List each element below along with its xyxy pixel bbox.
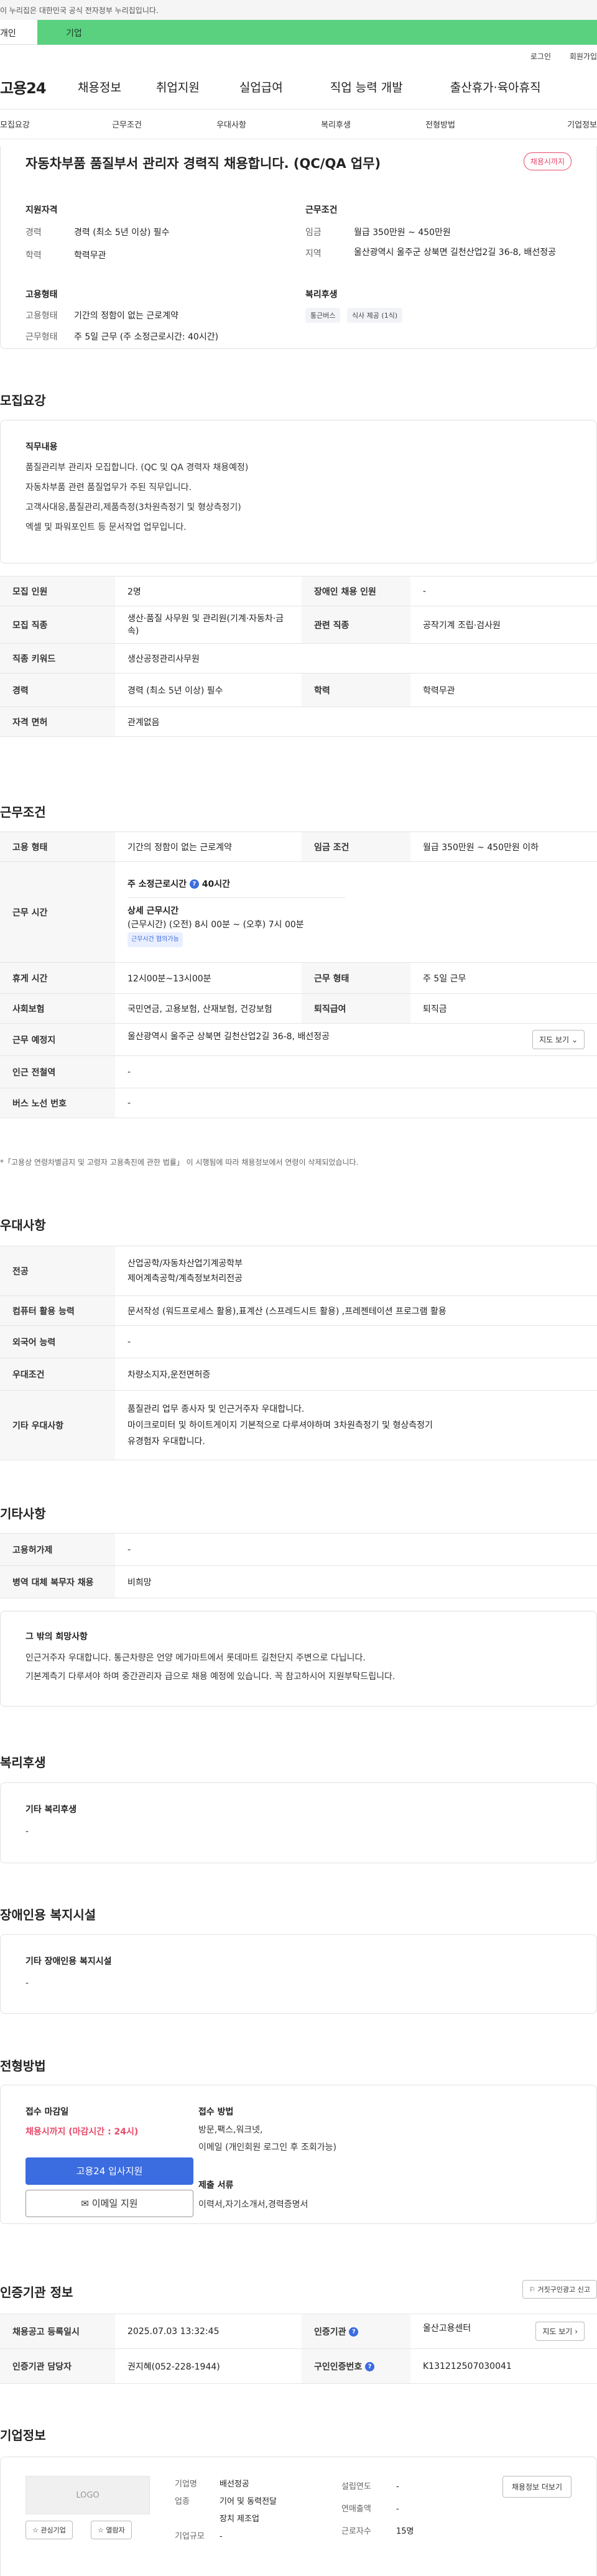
conditions-heading: 근무조건	[305, 205, 338, 215]
duty-content: 품질관리부 관리자 모집합니다. (QC 및 QA 경력자 채용예정) 자동차부품…	[25, 463, 249, 532]
share-icon: ☆	[98, 2526, 104, 2534]
apply-button[interactable]: 고용24 입사지원	[25, 2157, 193, 2185]
wage-item: 임금 월급 350만원 ~ 450만원	[305, 228, 451, 238]
welfare-chip: 식사 제공 (1식)	[346, 308, 403, 323]
cert-table: 채용공고 등록일시 2025.07.03 13:32:45 인증기관 ? 울산고용…	[0, 2314, 597, 2384]
gnb-menu-leave[interactable]: 출산휴가·육아휴직	[450, 78, 541, 95]
report-button[interactable]: ⚐ 거짓구인광고 신고	[522, 2280, 597, 2299]
star-icon: ☆	[32, 2526, 39, 2534]
job-summary-card: 자동차부품 품질부서 관리자 경력직 채용합니다. (QC/QA 업무) 채용시…	[0, 146, 597, 349]
gnb-menu-training[interactable]: 직업 능력 개발	[330, 78, 403, 95]
login-link[interactable]: 로그인	[530, 52, 551, 61]
welfare-heading: 복리후생	[305, 290, 338, 300]
welfare-box: 기타 복리후생 -	[0, 1782, 597, 1863]
subnav-recruit[interactable]: 모집요강	[0, 118, 75, 130]
recruit-heading: 모집요강	[0, 393, 46, 408]
region-item: 지역 울산광역시 울주군 상북면 길천산업2길 36-8, 배선정공	[305, 248, 556, 259]
hope-content: 인근거주자 우대합니다. 통근차량은 언양 메가마트에서 롯데마트 길천단지 주…	[25, 1653, 396, 1682]
selection-heading: 전형방법	[0, 2059, 46, 2073]
company-logo: LOGO	[25, 2476, 150, 2514]
info-icon[interactable]: ?	[189, 879, 199, 889]
mail-icon: ✉	[81, 2198, 89, 2209]
utility-links: 로그인 회원가입	[0, 45, 597, 65]
career-item: 경력 경력 (최소 5년 이상) 필수	[25, 228, 170, 238]
info-icon[interactable]: ?	[365, 2362, 375, 2371]
conditions-table: 고용 형태 기간의 정함이 없는 근로계약 임금 조건 월급 350만원 ~ 450…	[0, 832, 597, 1118]
method-heading: 접수 방법	[198, 2107, 234, 2117]
gnb-menu-benefit[interactable]: 실업급여	[239, 78, 283, 95]
map-button[interactable]: 지도 보기 ⌄	[532, 1030, 585, 1049]
cert-map-button[interactable]: 지도 보기 ›	[535, 2322, 585, 2341]
subnav-conditions[interactable]: 근무조건	[75, 118, 179, 130]
company-box: LOGO ☆ 관심기업 ☆ 열람자 기업명 배선정공 업종 기어 및 동력전달 장치…	[0, 2457, 597, 2576]
global-nav: 고용24 채용정보 취업지원 실업급여 직업 능력 개발 출산휴가·육아휴직	[0, 65, 597, 109]
more-jobs-button[interactable]: 채용정보 더보기	[502, 2476, 572, 2498]
welfare-chips: 통근버스 식사 제공 (1식)	[305, 308, 406, 323]
section-nav: 모집요강 근무조건 우대사항 복리후생 전형방법 기업정보	[0, 109, 597, 139]
disability-etc-value: -	[25, 1978, 29, 1988]
recruit-table: 모집 인원 2명 장애인 채용 인원 - 모집 직종 생산·품질 사무원 및 관리원(…	[0, 576, 597, 737]
preferences-table: 전공 산업공학/자동차산업기계공학부 제어계측공학/계측정보처리전공 컴퓨터 활용…	[0, 1246, 597, 1460]
gnb-menu-jobs[interactable]: 채용정보	[78, 78, 121, 95]
disability-etc-heading: 기타 장애인용 복지시설	[25, 1957, 112, 1967]
subnav-company[interactable]: 기업정보	[493, 118, 597, 130]
company-info-left: 기업명 배선정공 업종 기어 및 동력전달 장치 제조업 기업규모 -	[175, 2480, 277, 2541]
info-icon[interactable]: ?	[349, 2327, 359, 2337]
docs-value: 이력서,자기소개서,경력증명서	[198, 2200, 308, 2210]
welfare-chip: 통근버스	[305, 308, 341, 323]
tab-personal[interactable]: 개인	[0, 20, 37, 45]
others-heading: 기타사항	[0, 1506, 46, 1521]
deadline-badge: 채용시까지	[523, 152, 572, 170]
deadline-heading: 접수 마감일	[25, 2107, 69, 2117]
age-law-note: *「고용상 연령차별금지 및 고령자 고용촉진에 관한 법률」 이 시행됨에 따…	[0, 1158, 359, 1167]
hope-box: 그 밖의 희망사항 인근거주자 우대합니다. 통근차량은 언양 메가마트에서 롯…	[0, 1611, 597, 1707]
docs-heading: 제출 서류	[198, 2180, 234, 2190]
education-item: 학력 학력무관	[25, 251, 106, 261]
tab-company[interactable]: 기업	[37, 20, 597, 45]
job-title: 자동차부품 품질부서 관리자 경력직 채용합니다. (QC/QA 업무)	[25, 156, 381, 171]
welfare-etc-value: -	[25, 1827, 29, 1837]
site-logo[interactable]: 고용24	[0, 76, 78, 98]
email-apply-button[interactable]: ✉ 이메일 지원	[25, 2190, 193, 2217]
preferences-heading: 우대사항	[0, 1218, 46, 1233]
company-info-right: 설립연도 - 연매출액 - 근로자수 15명	[341, 2482, 414, 2536]
signup-link[interactable]: 회원가입	[570, 52, 597, 61]
duty-box: 직무내용 품질관리부 관리자 모집합니다. (QC 및 QA 경력자 채용예정)…	[0, 420, 597, 563]
welfare-etc-heading: 기타 복리후생	[25, 1805, 77, 1815]
report-icon: ⚐	[529, 2286, 536, 2294]
gnb-menu-support[interactable]: 취업지원	[156, 78, 200, 95]
selection-box: 접수 마감일 채용시까지 (마감시간 : 24시) 고용24 입사지원 ✉ 이메…	[0, 2085, 597, 2224]
company-heading: 기업정보	[0, 2428, 46, 2443]
welfare-heading-main: 복리후생	[0, 1755, 46, 1770]
deadline-value: 채용시까지 (마감시간 : 24시)	[25, 2127, 139, 2137]
member-tabbar: 개인 기업	[0, 20, 597, 45]
gov-banner: 이 누리집은 대한민국 공식 전자정부 누리집입니다.	[0, 0, 597, 20]
method-value: 방문,팩스,워크넷, 이메일 (개인회원 로그인 후 조회가능)	[198, 2125, 336, 2152]
worktype-item: 근무형태 주 5일 근무 (주 소정근로시간: 40시간)	[25, 332, 219, 342]
qualification-heading: 지원자격	[25, 205, 58, 215]
hope-heading: 그 밖의 희망사항	[25, 1632, 88, 1642]
chevron-right-icon: ›	[575, 2327, 578, 2336]
share-button[interactable]: ☆ 열람자	[91, 2521, 132, 2539]
subnav-welfare[interactable]: 복리후생	[284, 118, 388, 130]
conditions-heading-main: 근무조건	[0, 805, 46, 820]
chevron-down-icon: ⌄	[571, 1035, 578, 1044]
emptype-heading: 고용형태	[25, 290, 58, 300]
flex-hours-chip: 근무시간 협의가능	[127, 932, 183, 947]
disability-heading: 장애인용 복지시설	[0, 1907, 96, 1922]
subnav-selection[interactable]: 전형방법	[388, 118, 493, 130]
subnav-preferences[interactable]: 우대사항	[179, 118, 284, 130]
disability-box: 기타 장애인용 복지시설 -	[0, 1934, 597, 2014]
duty-heading: 직무내용	[25, 442, 58, 452]
favorite-company-button[interactable]: ☆ 관심기업	[25, 2521, 73, 2539]
cert-heading: 인증기관 정보	[0, 2285, 73, 2300]
others-table: 고용허가제 - 병역 대체 복무자 채용 비희망	[0, 1533, 597, 1598]
emptype-item: 고용형태 기간의 정함이 없는 근로계약	[25, 311, 178, 321]
